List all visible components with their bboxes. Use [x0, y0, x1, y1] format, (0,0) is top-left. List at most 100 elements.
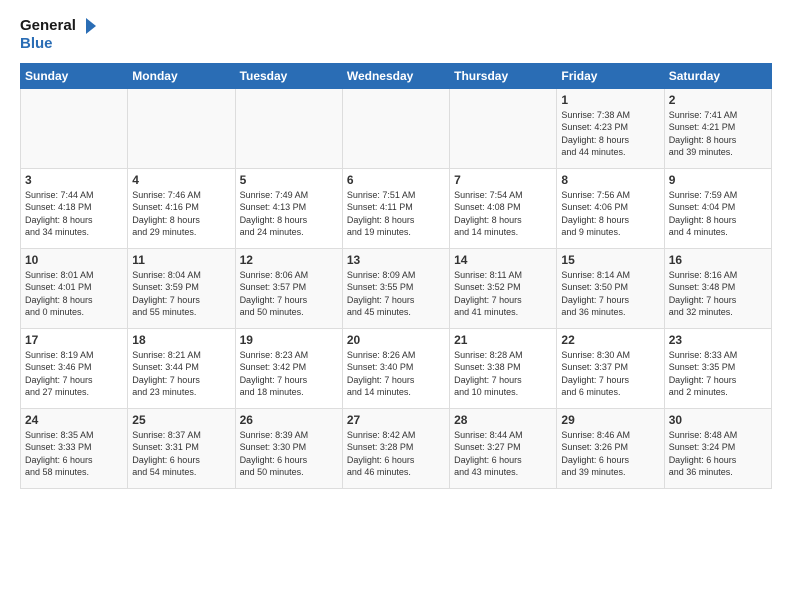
header-wednesday: Wednesday — [342, 63, 449, 88]
day-info-12: Sunrise: 8:06 AM Sunset: 3:57 PM Dayligh… — [240, 269, 338, 319]
day-cell-1: 1 Sunrise: 7:38 AM Sunset: 4:23 PM Daylig… — [557, 88, 664, 168]
day-info-20: Sunrise: 8:26 AM Sunset: 3:40 PM Dayligh… — [347, 349, 445, 399]
day-cell-21: 21 Sunrise: 8:28 AM Sunset: 3:38 PM Dayli… — [450, 328, 557, 408]
header-friday: Friday — [557, 63, 664, 88]
day-info-17: Sunrise: 8:19 AM Sunset: 3:46 PM Dayligh… — [25, 349, 123, 399]
day-info-9: Sunrise: 7:59 AM Sunset: 4:04 PM Dayligh… — [669, 189, 767, 239]
day-info-15: Sunrise: 8:14 AM Sunset: 3:50 PM Dayligh… — [561, 269, 659, 319]
day-cell-29: 29 Sunrise: 8:46 AM Sunset: 3:26 PM Dayli… — [557, 408, 664, 488]
day-number-14: 14 — [454, 253, 552, 267]
day-info-18: Sunrise: 8:21 AM Sunset: 3:44 PM Dayligh… — [132, 349, 230, 399]
day-info-26: Sunrise: 8:39 AM Sunset: 3:30 PM Dayligh… — [240, 429, 338, 479]
week-row-4: 17 Sunrise: 8:19 AM Sunset: 3:46 PM Dayli… — [21, 328, 772, 408]
logo-general: General — [20, 18, 76, 35]
day-number-23: 23 — [669, 333, 767, 347]
day-cell-9: 9 Sunrise: 7:59 AM Sunset: 4:04 PM Daylig… — [664, 168, 771, 248]
week-row-3: 10Sunrise: 8:01 AM Sunset: 4:01 PM Dayli… — [21, 248, 772, 328]
day-number-13: 13 — [347, 253, 445, 267]
header: General Blue — [20, 16, 772, 53]
day-cell-27: 27Sunrise: 8:42 AM Sunset: 3:28 PM Dayli… — [342, 408, 449, 488]
day-number-26: 26 — [240, 413, 338, 427]
week-row-2: 3 Sunrise: 7:44 AM Sunset: 4:18 PM Daylig… — [21, 168, 772, 248]
day-number-7: 7 — [454, 173, 552, 187]
day-cell-19: 19 Sunrise: 8:23 AM Sunset: 3:42 PM Dayli… — [235, 328, 342, 408]
day-number-30: 30 — [669, 413, 767, 427]
logo: General Blue — [20, 16, 98, 53]
day-info-19: Sunrise: 8:23 AM Sunset: 3:42 PM Dayligh… — [240, 349, 338, 399]
week-row-5: 24Sunrise: 8:35 AM Sunset: 3:33 PM Dayli… — [21, 408, 772, 488]
day-cell-10: 10Sunrise: 8:01 AM Sunset: 4:01 PM Dayli… — [21, 248, 128, 328]
header-monday: Monday — [128, 63, 235, 88]
day-info-23: Sunrise: 8:33 AM Sunset: 3:35 PM Dayligh… — [669, 349, 767, 399]
day-number-4: 4 — [132, 173, 230, 187]
day-cell-14: 14 Sunrise: 8:11 AM Sunset: 3:52 PM Dayli… — [450, 248, 557, 328]
logo-blue: Blue — [20, 36, 53, 53]
day-number-17: 17 — [25, 333, 123, 347]
day-info-14: Sunrise: 8:11 AM Sunset: 3:52 PM Dayligh… — [454, 269, 552, 319]
day-number-16: 16 — [669, 253, 767, 267]
day-number-29: 29 — [561, 413, 659, 427]
day-info-1: Sunrise: 7:38 AM Sunset: 4:23 PM Dayligh… — [561, 109, 659, 159]
day-number-15: 15 — [561, 253, 659, 267]
header-saturday: Saturday — [664, 63, 771, 88]
day-cell-15: 15 Sunrise: 8:14 AM Sunset: 3:50 PM Dayli… — [557, 248, 664, 328]
day-cell-11: 11Sunrise: 8:04 AM Sunset: 3:59 PM Dayli… — [128, 248, 235, 328]
day-number-19: 19 — [240, 333, 338, 347]
header-thursday: Thursday — [450, 63, 557, 88]
day-number-2: 2 — [669, 93, 767, 107]
day-number-3: 3 — [25, 173, 123, 187]
header-row: SundayMondayTuesdayWednesdayThursdayFrid… — [21, 63, 772, 88]
day-number-9: 9 — [669, 173, 767, 187]
day-number-22: 22 — [561, 333, 659, 347]
day-info-16: Sunrise: 8:16 AM Sunset: 3:48 PM Dayligh… — [669, 269, 767, 319]
day-info-30: Sunrise: 8:48 AM Sunset: 3:24 PM Dayligh… — [669, 429, 767, 479]
empty-cell — [450, 88, 557, 168]
day-info-28: Sunrise: 8:44 AM Sunset: 3:27 PM Dayligh… — [454, 429, 552, 479]
day-info-10: Sunrise: 8:01 AM Sunset: 4:01 PM Dayligh… — [25, 269, 123, 319]
day-cell-16: 16 Sunrise: 8:16 AM Sunset: 3:48 PM Dayli… — [664, 248, 771, 328]
day-cell-6: 6Sunrise: 7:51 AM Sunset: 4:11 PM Daylig… — [342, 168, 449, 248]
calendar-table: SundayMondayTuesdayWednesdayThursdayFrid… — [20, 63, 772, 489]
day-number-8: 8 — [561, 173, 659, 187]
day-cell-4: 4Sunrise: 7:46 AM Sunset: 4:16 PM Daylig… — [128, 168, 235, 248]
day-cell-17: 17 Sunrise: 8:19 AM Sunset: 3:46 PM Dayli… — [21, 328, 128, 408]
day-info-7: Sunrise: 7:54 AM Sunset: 4:08 PM Dayligh… — [454, 189, 552, 239]
header-sunday: Sunday — [21, 63, 128, 88]
header-tuesday: Tuesday — [235, 63, 342, 88]
day-cell-2: 2 Sunrise: 7:41 AM Sunset: 4:21 PM Daylig… — [664, 88, 771, 168]
day-cell-24: 24Sunrise: 8:35 AM Sunset: 3:33 PM Dayli… — [21, 408, 128, 488]
day-number-5: 5 — [240, 173, 338, 187]
day-cell-23: 23 Sunrise: 8:33 AM Sunset: 3:35 PM Dayli… — [664, 328, 771, 408]
empty-cell — [21, 88, 128, 168]
empty-cell — [128, 88, 235, 168]
day-number-25: 25 — [132, 413, 230, 427]
day-info-21: Sunrise: 8:28 AM Sunset: 3:38 PM Dayligh… — [454, 349, 552, 399]
day-cell-30: 30 Sunrise: 8:48 AM Sunset: 3:24 PM Dayli… — [664, 408, 771, 488]
day-info-24: Sunrise: 8:35 AM Sunset: 3:33 PM Dayligh… — [25, 429, 123, 479]
day-info-8: Sunrise: 7:56 AM Sunset: 4:06 PM Dayligh… — [561, 189, 659, 239]
day-info-3: Sunrise: 7:44 AM Sunset: 4:18 PM Dayligh… — [25, 189, 123, 239]
day-cell-26: 26 Sunrise: 8:39 AM Sunset: 3:30 PM Dayli… — [235, 408, 342, 488]
day-number-1: 1 — [561, 93, 659, 107]
day-cell-25: 25Sunrise: 8:37 AM Sunset: 3:31 PM Dayli… — [128, 408, 235, 488]
day-number-11: 11 — [132, 253, 230, 267]
day-info-5: Sunrise: 7:49 AM Sunset: 4:13 PM Dayligh… — [240, 189, 338, 239]
day-number-21: 21 — [454, 333, 552, 347]
day-cell-18: 18 Sunrise: 8:21 AM Sunset: 3:44 PM Dayli… — [128, 328, 235, 408]
week-row-1: 1 Sunrise: 7:38 AM Sunset: 4:23 PM Daylig… — [21, 88, 772, 168]
day-cell-3: 3 Sunrise: 7:44 AM Sunset: 4:18 PM Daylig… — [21, 168, 128, 248]
day-info-29: Sunrise: 8:46 AM Sunset: 3:26 PM Dayligh… — [561, 429, 659, 479]
day-number-28: 28 — [454, 413, 552, 427]
day-cell-22: 22Sunrise: 8:30 AM Sunset: 3:37 PM Dayli… — [557, 328, 664, 408]
day-number-18: 18 — [132, 333, 230, 347]
logo-arrow-icon — [78, 16, 98, 36]
day-number-20: 20 — [347, 333, 445, 347]
calendar-container: General Blue SundayMondayTuesdayWednesda… — [0, 0, 792, 499]
day-info-13: Sunrise: 8:09 AM Sunset: 3:55 PM Dayligh… — [347, 269, 445, 319]
day-info-27: Sunrise: 8:42 AM Sunset: 3:28 PM Dayligh… — [347, 429, 445, 479]
day-cell-7: 7 Sunrise: 7:54 AM Sunset: 4:08 PM Daylig… — [450, 168, 557, 248]
day-info-2: Sunrise: 7:41 AM Sunset: 4:21 PM Dayligh… — [669, 109, 767, 159]
day-cell-20: 20 Sunrise: 8:26 AM Sunset: 3:40 PM Dayli… — [342, 328, 449, 408]
day-cell-28: 28 Sunrise: 8:44 AM Sunset: 3:27 PM Dayli… — [450, 408, 557, 488]
day-info-6: Sunrise: 7:51 AM Sunset: 4:11 PM Dayligh… — [347, 189, 445, 239]
